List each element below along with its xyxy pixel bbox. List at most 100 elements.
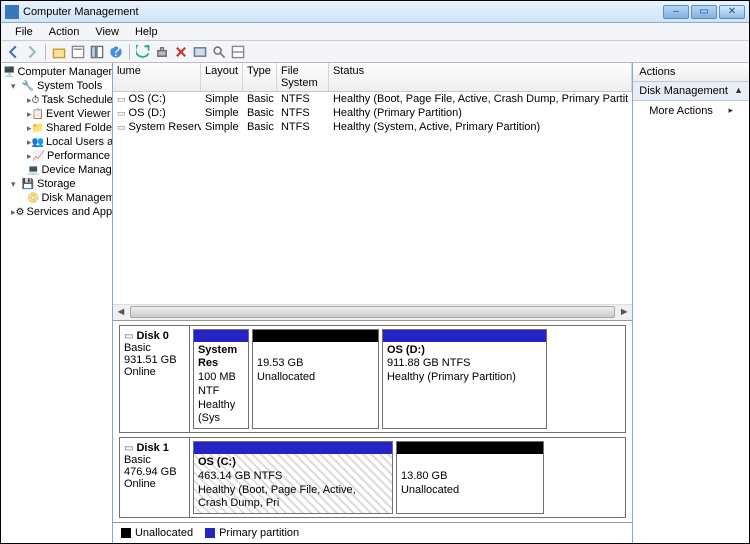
tree-root[interactable]: 🖥️Computer Management (Local <box>1 65 112 79</box>
menubar: File Action View Help <box>1 23 749 41</box>
tree-system-tools[interactable]: ▾🔧System Tools <box>1 79 112 93</box>
window-title: Computer Management <box>23 6 663 18</box>
partition[interactable]: 19.53 GBUnallocated <box>252 329 379 430</box>
refresh-icon[interactable] <box>135 44 151 60</box>
disk-info[interactable]: ▭ Disk 1Basic476.94 GBOnline <box>120 438 190 517</box>
disk-row: ▭ Disk 1Basic476.94 GBOnlineOS (C:)463.1… <box>119 437 626 518</box>
disk-info[interactable]: ▭ Disk 0Basic931.51 GBOnline <box>120 326 190 433</box>
volume-row[interactable]: ▭ System Reserved (F:)SimpleBasicNTFSHea… <box>113 120 632 134</box>
volume-layout: Simple <box>201 120 243 134</box>
tree-event-viewer[interactable]: ▸📋Event Viewer <box>1 107 112 121</box>
action-icon[interactable] <box>192 44 208 60</box>
partition[interactable]: OS (D:)911.88 GB NTFSHealthy (Primary Pa… <box>382 329 547 430</box>
volume-list: lume Layout Type File System Status ▭ OS… <box>113 63 632 304</box>
tree-label: Event Viewer <box>46 108 111 120</box>
list-icon[interactable] <box>230 44 246 60</box>
volume-status: Healthy (Boot, Page File, Active, Crash … <box>329 92 632 106</box>
volume-name: ▭ System Reserved (F:) <box>113 120 201 134</box>
partition-stripe <box>194 442 392 454</box>
tree-label: Task Scheduler <box>41 94 113 106</box>
volume-header: lume Layout Type File System Status <box>113 63 632 92</box>
volume-row[interactable]: ▭ OS (D:)SimpleBasicNTFSHealthy (Primary… <box>113 106 632 120</box>
tree-label: Computer Management (Local <box>17 66 113 78</box>
scroll-thumb[interactable] <box>130 306 615 318</box>
maximize-button[interactable]: ▭ <box>691 5 717 19</box>
col-volume[interactable]: lume <box>113 63 201 91</box>
partition-text: OS (D:)911.88 GB NTFSHealthy (Primary Pa… <box>383 342 546 387</box>
tree-local-users[interactable]: ▸👥Local Users and Groups <box>1 135 112 149</box>
partition-stripe <box>194 330 248 342</box>
menu-view[interactable]: View <box>87 26 127 38</box>
actions-more-label: More Actions <box>649 105 713 117</box>
menu-file[interactable]: File <box>7 26 41 38</box>
actions-section[interactable]: Disk Management ▲ <box>633 82 749 101</box>
actions-header: Actions <box>633 63 749 82</box>
col-status[interactable]: Status <box>329 63 632 91</box>
tree-label: Disk Management <box>41 192 113 204</box>
tree-device-manager[interactable]: 💻Device Manager <box>1 163 112 177</box>
center-pane: lume Layout Type File System Status ▭ OS… <box>113 63 633 543</box>
help-icon[interactable]: ? <box>108 44 124 60</box>
menu-help[interactable]: Help <box>127 26 166 38</box>
close-button[interactable]: ✕ <box>719 5 745 19</box>
legend: Unallocated Primary partition <box>113 522 632 543</box>
properties-icon[interactable] <box>70 44 86 60</box>
titlebar[interactable]: Computer Management – ▭ ✕ <box>1 1 749 23</box>
legend-unallocated: Unallocated <box>121 527 193 539</box>
tree-shared-folders[interactable]: ▸📁Shared Folders <box>1 121 112 135</box>
chevron-right-icon: ▸ <box>728 105 733 117</box>
partition-text: OS (C:)463.14 GB NTFSHealthy (Boot, Page… <box>194 454 392 513</box>
partition-stripe <box>397 442 543 454</box>
partition[interactable]: 13.80 GBUnallocated <box>396 441 544 514</box>
disk-partitions: System Res100 MB NTFHealthy (Sys19.53 GB… <box>190 326 625 433</box>
volume-name: ▭ OS (C:) <box>113 92 201 106</box>
tree-label: Storage <box>37 178 76 190</box>
partition[interactable]: System Res100 MB NTFHealthy (Sys <box>193 329 249 430</box>
tree-disk-management[interactable]: 📀Disk Management <box>1 191 112 205</box>
partition-text: 19.53 GBUnallocated <box>253 342 378 387</box>
collapse-icon: ▲ <box>734 85 743 97</box>
tree-label: Local Users and Groups <box>46 136 113 148</box>
actions-pane: Actions Disk Management ▲ More Actions ▸ <box>633 63 749 543</box>
col-filesystem[interactable]: File System <box>277 63 329 91</box>
up-icon[interactable] <box>51 44 67 60</box>
app-icon <box>5 5 19 19</box>
toolbar-divider <box>45 44 46 60</box>
menu-action[interactable]: Action <box>41 26 88 38</box>
delete-icon[interactable] <box>173 44 189 60</box>
back-icon[interactable] <box>5 44 21 60</box>
volume-fs: NTFS <box>277 92 329 106</box>
volume-fs: NTFS <box>277 120 329 134</box>
col-layout[interactable]: Layout <box>201 63 243 91</box>
actions-more[interactable]: More Actions ▸ <box>633 101 749 121</box>
volume-layout: Simple <box>201 92 243 106</box>
find-icon[interactable] <box>211 44 227 60</box>
disk-row: ▭ Disk 0Basic931.51 GBOnlineSystem Res10… <box>119 325 626 434</box>
show-hide-icon[interactable] <box>89 44 105 60</box>
tree-services[interactable]: ▸⚙Services and Applications <box>1 205 112 219</box>
partition[interactable]: OS (C:)463.14 GB NTFSHealthy (Boot, Page… <box>193 441 393 514</box>
tree-label: Services and Applications <box>27 206 113 218</box>
volume-name: ▭ OS (D:) <box>113 106 201 120</box>
tree-storage[interactable]: ▾💾Storage <box>1 177 112 191</box>
col-type[interactable]: Type <box>243 63 277 91</box>
list-scrollbar[interactable]: ◄ ► <box>113 304 632 320</box>
scroll-left-icon[interactable]: ◄ <box>113 306 129 318</box>
forward-icon[interactable] <box>24 44 40 60</box>
partition-stripe <box>383 330 546 342</box>
tree-performance[interactable]: ▸📈Performance <box>1 149 112 163</box>
disk-icon: ▭ <box>124 331 133 342</box>
volume-status: Healthy (Primary Partition) <box>329 106 632 120</box>
volume-type: Basic <box>243 106 277 120</box>
volume-row[interactable]: ▭ OS (C:)SimpleBasicNTFSHealthy (Boot, P… <box>113 92 632 106</box>
tree-task-scheduler[interactable]: ▸⏱Task Scheduler <box>1 93 112 107</box>
settings-icon[interactable] <box>154 44 170 60</box>
svg-text:?: ? <box>112 45 121 59</box>
toolbar-divider <box>129 44 130 60</box>
minimize-button[interactable]: – <box>663 5 689 19</box>
volume-layout: Simple <box>201 106 243 120</box>
scroll-right-icon[interactable]: ► <box>616 306 632 318</box>
volume-status: Healthy (System, Active, Primary Partiti… <box>329 120 632 134</box>
disk-pane: ▭ Disk 0Basic931.51 GBOnlineSystem Res10… <box>113 320 632 523</box>
volume-fs: NTFS <box>277 106 329 120</box>
